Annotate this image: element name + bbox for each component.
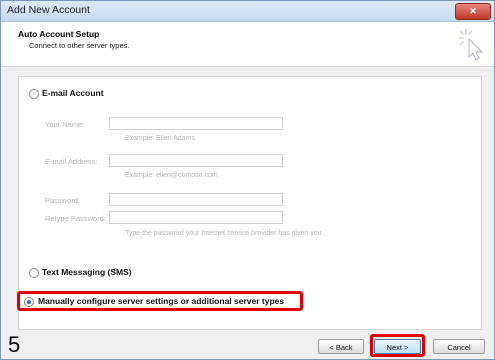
add-new-account-dialog: Add New Account ✕ Auto Account Setup Con… <box>0 0 495 360</box>
email-address-label: E-mail Address: <box>45 157 98 166</box>
retype-password-label: Retype Password: <box>45 214 106 223</box>
cancel-button[interactable]: Cancel <box>433 339 485 354</box>
back-button[interactable]: < Back <box>318 339 364 354</box>
text-messaging-radio[interactable] <box>29 268 39 278</box>
header-title: Auto Account Setup <box>18 29 100 39</box>
your-name-hint: Example: Ellen Adams <box>125 135 196 142</box>
text-messaging-label: Text Messaging (SMS) <box>42 267 132 277</box>
your-name-input[interactable] <box>109 117 283 130</box>
wizard-cursor-icon <box>459 28 484 61</box>
wizard-header: Auto Account Setup Connect to other serv… <box>1 22 494 67</box>
window-title: Add New Account <box>7 4 90 16</box>
retype-password-input[interactable] <box>109 211 283 224</box>
password-hint: Type the password your Internet service … <box>125 230 324 237</box>
title-bar: Add New Account ✕ <box>1 1 494 22</box>
password-label: Password: <box>45 196 81 205</box>
your-name-label: Your Name: <box>45 120 85 129</box>
email-account-radio[interactable] <box>29 89 39 99</box>
password-input[interactable] <box>109 193 283 206</box>
email-address-hint: Example: ellen@contoso.com <box>125 172 218 179</box>
manual-configure-label[interactable]: Manually configure server settings or ad… <box>38 296 284 306</box>
step-number: 5 <box>8 332 21 357</box>
email-account-label: E-mail Account <box>42 88 104 98</box>
email-address-input[interactable] <box>109 154 283 167</box>
manual-configure-radio[interactable] <box>24 297 34 307</box>
close-button[interactable]: ✕ <box>455 3 491 20</box>
header-subtitle: Connect to other server types. <box>29 41 130 50</box>
next-button[interactable]: Next > <box>374 339 421 354</box>
